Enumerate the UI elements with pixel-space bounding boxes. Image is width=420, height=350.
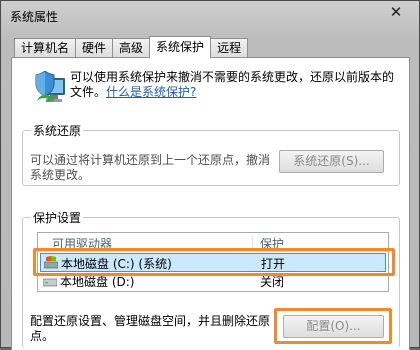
tab-system-protection[interactable]: 系统保护 xyxy=(149,36,212,58)
intro-text: 可以使用系统保护来撤消不需要的系统更改，还原以前版本的文件。什么是系统保护? xyxy=(70,70,400,100)
what-is-system-protection-link[interactable]: 什么是系统保护? xyxy=(106,85,196,99)
tab-advanced[interactable]: 高级 xyxy=(112,38,151,58)
system-properties-window: 系统属性 ✕ 计算机名 硬件 高级 系统保护 远程 可以使用系统保护来撤消不需要… xyxy=(0,0,420,350)
tab-strip: 计算机名 硬件 高级 系统保护 远程 xyxy=(14,36,249,58)
system-protection-shield-icon xyxy=(35,71,65,102)
title-bar: 系统属性 ✕ xyxy=(1,1,419,31)
window-title: 系统属性 xyxy=(10,10,59,24)
system-restore-text: 可以通过将计算机还原到上一个还原点，撤消系统更改。 xyxy=(30,153,271,182)
drive-highlight-box xyxy=(33,248,395,276)
tab-remote[interactable]: 远程 xyxy=(210,38,249,58)
tab-hardware[interactable]: 硬件 xyxy=(75,38,114,58)
system-protection-panel: 可以使用系统保护来撤消不需要的系统更改，还原以前版本的文件。什么是系统保护? 系… xyxy=(11,57,410,350)
system-restore-button[interactable]: 系统还原(S)... xyxy=(279,150,384,173)
protection-settings-title: 保护设置 xyxy=(31,209,84,226)
close-icon[interactable]: ✕ xyxy=(387,3,405,21)
tab-computer-name[interactable]: 计算机名 xyxy=(14,38,77,58)
configure-highlight-box xyxy=(274,308,392,344)
configure-description: 配置还原设置、管理磁盘空间，并且删除还原点。 xyxy=(30,314,271,343)
system-restore-title: 系统还原 xyxy=(31,122,84,139)
